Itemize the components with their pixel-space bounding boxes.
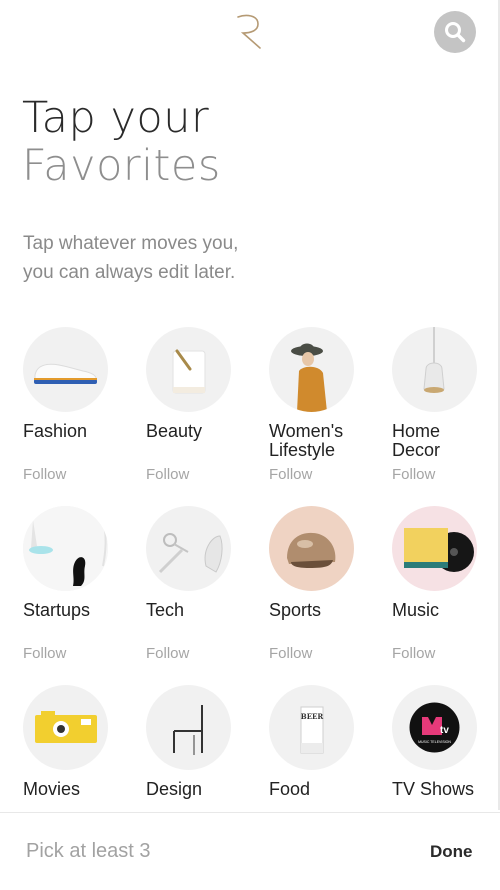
subtitle-line-2: you can always edit later. <box>23 262 236 283</box>
cosmetic-jar-icon <box>146 327 231 412</box>
category-design[interactable]: Design <box>146 685 256 799</box>
category-womens-lifestyle[interactable]: Women's Lifestyle Follow <box>269 327 379 483</box>
follow-button[interactable]: Follow <box>392 466 435 483</box>
category-fashion[interactable]: Fashion Follow <box>23 327 133 483</box>
beer-glass-icon: BEER <box>269 685 354 770</box>
category-row: Startups Follow Tech Follow Sports Follo… <box>23 506 493 686</box>
desk-lamp-icon <box>23 506 108 591</box>
camera-icon <box>23 685 108 770</box>
category-label: Design <box>146 779 203 799</box>
follow-button[interactable]: Follow <box>392 645 435 662</box>
r-logo-icon <box>232 12 268 52</box>
category-label: TV Shows <box>392 779 475 799</box>
category-tech[interactable]: Tech Follow <box>146 506 256 662</box>
category-label: Music <box>392 600 440 620</box>
title-line-2: Favorites <box>22 141 221 191</box>
category-label: Beauty <box>146 421 203 441</box>
category-movies[interactable]: Movies <box>23 685 133 799</box>
search-icon <box>445 22 466 43</box>
woman-hat-icon <box>269 327 354 412</box>
category-sports[interactable]: Sports Follow <box>269 506 379 662</box>
svg-text:tv: tv <box>440 725 449 736</box>
category-label: Fashion <box>23 421 88 441</box>
follow-button[interactable]: Follow <box>23 645 66 662</box>
shoe-icon <box>23 327 108 412</box>
category-music[interactable]: Music Follow <box>392 506 500 662</box>
done-button[interactable]: Done <box>430 842 473 862</box>
follow-button[interactable]: Follow <box>269 645 312 662</box>
follow-button[interactable]: Follow <box>23 466 66 483</box>
headphones-icon <box>146 506 231 591</box>
category-label: Movies <box>23 779 81 799</box>
follow-button[interactable]: Follow <box>146 645 189 662</box>
category-label: Home Decor <box>392 421 441 460</box>
category-label: Food <box>269 779 311 799</box>
category-label: Startups <box>23 600 91 620</box>
pendant-lamp-icon <box>392 327 477 412</box>
category-beauty[interactable]: Beauty Follow <box>146 327 256 483</box>
title-line-1: Tap your <box>22 93 210 143</box>
page-title: Tap your Favorites <box>22 94 221 190</box>
svg-text:BEER: BEER <box>301 712 324 721</box>
search-button[interactable] <box>434 11 476 53</box>
category-label: Women's Lifestyle <box>269 421 344 460</box>
category-tv-shows[interactable]: tv MUSIC TELEVISION TV Shows <box>392 685 500 799</box>
subtitle-line-1: Tap whatever moves you, <box>23 233 239 254</box>
page-subtitle: Tap whatever moves you, you can always e… <box>23 229 238 287</box>
helmet-icon <box>269 506 354 591</box>
follow-button[interactable]: Follow <box>269 466 312 483</box>
mtv-logo-icon: tv MUSIC TELEVISION <box>392 685 477 770</box>
follow-button[interactable]: Follow <box>146 466 189 483</box>
category-startups[interactable]: Startups Follow <box>23 506 133 662</box>
category-food[interactable]: BEER Food <box>269 685 379 799</box>
chair-icon <box>146 685 231 770</box>
category-home-decor[interactable]: Home Decor Follow <box>392 327 500 483</box>
vinyl-record-icon <box>392 506 477 591</box>
svg-text:MUSIC TELEVISION: MUSIC TELEVISION <box>418 740 451 744</box>
category-label: Sports <box>269 600 322 620</box>
category-label: Tech <box>146 600 185 620</box>
selection-hint: Pick at least 3 <box>26 840 151 862</box>
bottom-bar: Pick at least 3 Done <box>0 812 500 890</box>
category-row: Fashion Follow Beauty Follow Women's Lif… <box>23 327 493 507</box>
